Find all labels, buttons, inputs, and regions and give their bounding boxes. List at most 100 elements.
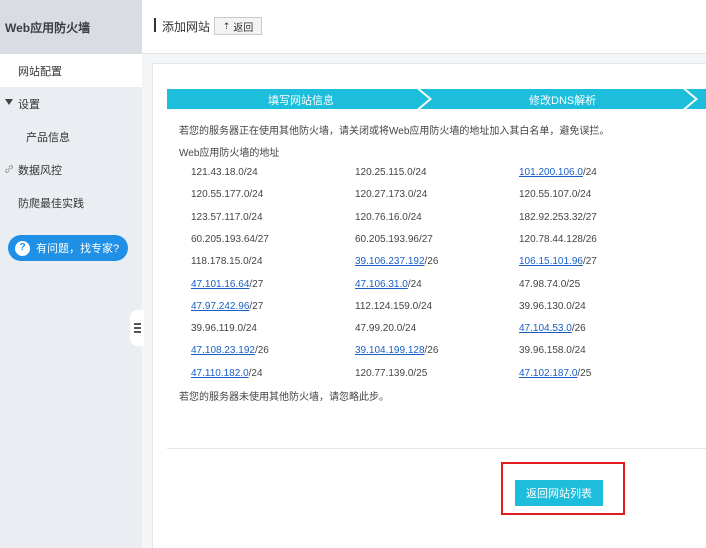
sidebar-item-site-config[interactable]: 网站配置 xyxy=(0,54,142,87)
ip-address-link[interactable]: 101.200.106.0 xyxy=(519,167,583,178)
ip-address-item: 47.110.182.0/24 xyxy=(191,368,263,379)
question-icon: ? xyxy=(15,240,30,256)
sidebar-item-data-risk[interactable]: 数据风控 xyxy=(0,153,142,186)
ip-address-text: 120.25.115.0/24 xyxy=(355,167,427,178)
ip-address-item: 120.76.16.0/24 xyxy=(355,212,422,223)
ip-address-item: 39.106.237.192/26 xyxy=(355,256,438,267)
step-1-label: 填写网站信息 xyxy=(268,95,334,107)
ip-address-item: 47.101.16.64/27 xyxy=(191,279,263,290)
ip-address-text: 39.96.158.0/24 xyxy=(519,345,586,357)
ip-address-text: 120.77.139.0/25 xyxy=(355,367,428,379)
ip-address-item: 118.178.15.0/24 xyxy=(191,256,263,267)
step-indicator: 填写网站信息 修改DNS解析 xyxy=(167,89,706,109)
sidebar-item-anti-crawler[interactable]: 防爬最佳实践 xyxy=(0,186,142,219)
back-button-label: 返回 xyxy=(233,22,254,34)
ask-expert-button[interactable]: ? 有问题，找专家? xyxy=(8,235,128,261)
ip-address-link[interactable]: 47.104.53.0 xyxy=(519,323,572,334)
ip-address-text: 120.27.173.0/24 xyxy=(355,189,428,201)
ip-address-item: 101.200.106.0/24 xyxy=(519,167,597,178)
ip-address-text: 60.205.193.64/27 xyxy=(191,233,269,245)
ip-address-item: 47.106.31.0/24 xyxy=(355,279,422,290)
ip-address-item: 47.99.20.0/24 xyxy=(355,323,416,334)
ip-address-text: /26 xyxy=(571,323,586,335)
sidebar-title: Web应用防火墙 xyxy=(0,0,142,54)
ip-address-link[interactable]: 47.101.16.64 xyxy=(191,279,249,290)
divider xyxy=(167,448,706,449)
sidebar-item-label: 防爬最佳实践 xyxy=(18,197,84,210)
ask-expert-label: 有问题，找专家? xyxy=(36,243,120,255)
back-button[interactable]: ⇡ 返回 xyxy=(214,17,262,35)
ip-address-text: /26 xyxy=(424,256,439,268)
arrow-up-icon: ⇡ xyxy=(222,20,231,31)
ip-address-text: /26 xyxy=(424,345,439,357)
ip-address-item: 120.78.44.128/26 xyxy=(519,234,597,245)
ip-address-item: 47.97.242.96/27 xyxy=(191,301,263,312)
ip-address-link[interactable]: 47.102.187.0 xyxy=(519,368,577,379)
ip-address-text: /27 xyxy=(249,278,264,290)
ip-address-link[interactable]: 47.108.23.192 xyxy=(191,345,255,356)
ip-address-item: 120.55.107.0/24 xyxy=(519,189,591,200)
return-site-list-button[interactable]: 返回网站列表 xyxy=(515,480,603,506)
ip-address-item: 106.15.101.96/27 xyxy=(519,256,597,267)
ip-address-text: /27 xyxy=(249,300,264,312)
address-label: Web应用防火墙的地址 xyxy=(179,148,280,159)
ip-address-item: 182.92.253.32/27 xyxy=(519,212,597,223)
ip-address-item: 120.25.115.0/24 xyxy=(355,167,427,178)
step-2-label: 修改DNS解析 xyxy=(529,95,597,107)
ip-address-text: 120.78.44.128/26 xyxy=(519,233,597,245)
ip-address-item: 112.124.159.0/24 xyxy=(355,301,432,312)
caret-down-icon xyxy=(5,99,13,105)
ip-address-link[interactable]: 39.106.237.192 xyxy=(355,256,425,267)
ip-address-item: 120.27.173.0/24 xyxy=(355,189,427,200)
ip-address-item: 47.108.23.192/26 xyxy=(191,345,269,356)
ip-address-link[interactable]: 47.106.31.0 xyxy=(355,279,408,290)
ip-address-link[interactable]: 106.15.101.96 xyxy=(519,256,583,267)
ip-address-text: 47.98.74.0/25 xyxy=(519,278,581,290)
ip-address-item: 47.98.74.0/25 xyxy=(519,279,580,290)
ip-address-text: 39.96.119.0/24 xyxy=(191,323,257,335)
ip-address-item: 120.77.139.0/25 xyxy=(355,368,427,379)
link-icon xyxy=(5,165,13,173)
sidebar-collapse-handle[interactable] xyxy=(130,310,144,346)
page-title: 添加网站 xyxy=(162,20,211,34)
sidebar-item-label: 网站配置 xyxy=(18,65,62,78)
ip-address-item: 39.104.199.128/26 xyxy=(355,345,438,356)
ip-address-item: 123.57.117.0/24 xyxy=(191,212,263,223)
main-panel: 填写网站信息 修改DNS解析 若您的服务器正在使用其他防火墙，请关闭或将Web应… xyxy=(152,63,706,548)
ip-address-link[interactable]: 47.110.182.0 xyxy=(191,368,249,379)
ip-address-link[interactable]: 47.97.242.96 xyxy=(191,301,249,312)
ip-address-text: 120.55.177.0/24 xyxy=(191,189,264,201)
ip-address-item: 60.205.193.96/27 xyxy=(355,234,433,245)
header: 添加网站 ⇡ 返回 xyxy=(142,0,706,54)
ip-address-text: /25 xyxy=(577,367,592,379)
ip-address-text: 120.55.107.0/24 xyxy=(519,189,592,201)
step-arrows xyxy=(167,89,706,109)
ip-address-item: 60.205.193.64/27 xyxy=(191,234,269,245)
ip-address-text: 47.99.20.0/24 xyxy=(355,323,417,335)
ip-address-item: 39.96.158.0/24 xyxy=(519,345,586,356)
ip-address-item: 47.102.187.0/25 xyxy=(519,368,591,379)
collapse-icon xyxy=(133,323,141,333)
sidebar: Web应用防火墙 网站配置 设置 产品信息 数据风控 防爬最佳实践 ? 有问题，… xyxy=(0,0,144,548)
sidebar-item-label: 数据风控 xyxy=(18,164,62,177)
ip-address-text: 112.124.159.0/24 xyxy=(355,300,433,312)
title-bar-marker xyxy=(154,18,156,32)
ip-address-item: 39.96.130.0/24 xyxy=(519,301,586,312)
ip-address-text: /24 xyxy=(248,367,263,379)
ip-address-text: 121.43.18.0/24 xyxy=(191,167,258,178)
sidebar-item-label: 产品信息 xyxy=(26,131,70,144)
ip-address-text: /27 xyxy=(582,256,597,268)
sidebar-item-product-info[interactable]: 产品信息 xyxy=(0,120,142,153)
footer-note: 若您的服务器未使用其他防火墙，请忽略此步。 xyxy=(179,392,389,403)
sidebar-item-label: 设置 xyxy=(18,98,40,111)
ip-address-link[interactable]: 39.104.199.128 xyxy=(355,345,425,356)
ip-address-text: 60.205.193.96/27 xyxy=(355,233,433,245)
ip-address-item: 120.55.177.0/24 xyxy=(191,189,263,200)
ip-address-item: 121.43.18.0/24 xyxy=(191,167,258,178)
ip-address-text: /26 xyxy=(254,345,269,357)
ip-address-item: 47.104.53.0/26 xyxy=(519,323,586,334)
ip-address-item: 39.96.119.0/24 xyxy=(191,323,257,334)
ip-address-text: 118.178.15.0/24 xyxy=(191,256,263,268)
whitelist-notice: 若您的服务器正在使用其他防火墙，请关闭或将Web应用防火墙的地址加入其白名单，避… xyxy=(179,126,610,137)
sidebar-item-settings[interactable]: 设置 xyxy=(0,87,142,120)
